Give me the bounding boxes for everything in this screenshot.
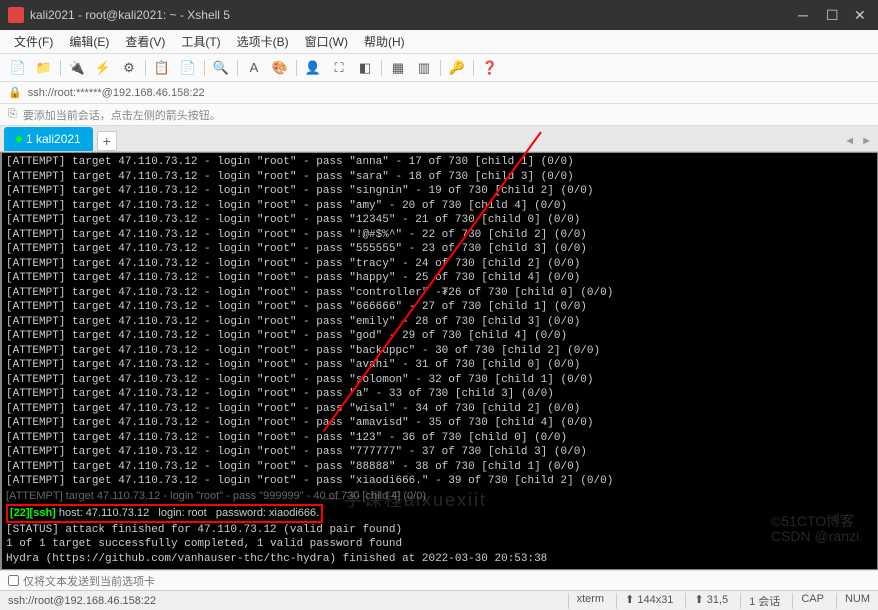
titlebar: kali2021 - root@kali2021: ~ - Xshell 5 ─… [0, 0, 878, 30]
menu-view[interactable]: 查看(V) [117, 31, 173, 52]
menu-tabs[interactable]: 选项卡(B) [229, 31, 297, 52]
address-text[interactable]: ssh://root:******@192.168.46.158:22 [28, 87, 205, 99]
paste-icon[interactable]: 📄 [178, 58, 198, 78]
fullscreen-icon[interactable]: ⛶ [329, 58, 349, 78]
tab-bar: 1 kali2021 + ◄ ► [0, 126, 878, 152]
tip-bar: ⎘ 要添加当前会话，点击左侧的箭头按钮。 [0, 104, 878, 126]
status-connection: ssh://root@192.168.46.158:22 [8, 595, 568, 607]
tile-icon[interactable]: ▥ [414, 58, 434, 78]
status-bar: ssh://root@192.168.46.158:22 xterm ⬆ 144x… [0, 590, 878, 610]
window-title: kali2021 - root@kali2021: ~ - Xshell 5 [30, 8, 798, 22]
hint-text: 仅将文本发送到当前选项卡 [23, 573, 155, 589]
close-button[interactable]: ✕ [854, 9, 866, 21]
disconnect-icon[interactable]: ⚡ [93, 58, 113, 78]
send-all-checkbox[interactable] [8, 575, 19, 586]
layout-icon[interactable]: ▦ [388, 58, 408, 78]
window-controls: ─ ☐ ✕ [798, 9, 866, 21]
add-session-icon[interactable]: ⎘ [8, 108, 17, 121]
font-icon[interactable]: A [244, 58, 264, 78]
separator [296, 60, 297, 76]
key-icon[interactable]: 🔑 [447, 58, 467, 78]
lock-icon: 🔒 [8, 86, 22, 99]
status-item: CAP [792, 593, 824, 609]
menu-edit[interactable]: 编辑(E) [61, 31, 117, 52]
user-icon[interactable]: 👤 [303, 58, 323, 78]
terminal[interactable]: [ATTEMPT] target 47.110.73.12 - login "r… [0, 152, 878, 570]
menu-help[interactable]: 帮助(H) [356, 31, 413, 52]
menubar: 文件(F) 编辑(E) 查看(V) 工具(T) 选项卡(B) 窗口(W) 帮助(… [0, 30, 878, 54]
tab-prev-icon[interactable]: ◄ [844, 135, 855, 147]
color-icon[interactable]: 🎨 [270, 58, 290, 78]
menu-file[interactable]: 文件(F) [6, 31, 61, 52]
separator [381, 60, 382, 76]
separator [204, 60, 205, 76]
copy-icon[interactable]: 📋 [152, 58, 172, 78]
hint-bar: 仅将文本发送到当前选项卡 [0, 570, 878, 590]
properties-icon[interactable]: ⚙ [119, 58, 139, 78]
menu-tools[interactable]: 工具(T) [173, 31, 228, 52]
minimize-button[interactable]: ─ [798, 9, 810, 21]
separator [60, 60, 61, 76]
transparent-icon[interactable]: ◧ [355, 58, 375, 78]
status-item: ⬆ 31,5 [685, 593, 728, 609]
status-item: xterm [568, 593, 605, 609]
maximize-button[interactable]: ☐ [826, 9, 838, 21]
separator [145, 60, 146, 76]
tab-session[interactable]: 1 kali2021 [4, 127, 93, 151]
tip-text: 要添加当前会话，点击左侧的箭头按钮。 [23, 107, 221, 123]
tab-nav-arrows[interactable]: ◄ ► [844, 135, 872, 147]
separator [237, 60, 238, 76]
tab-label: 1 kali2021 [26, 132, 81, 146]
separator [473, 60, 474, 76]
status-right: xterm ⬆ 144x31 ⬆ 31,5 1 会话 CAP NUM [568, 593, 870, 609]
connection-status-icon [16, 136, 22, 142]
status-item: ⬆ 144x31 [616, 593, 673, 609]
new-session-icon[interactable]: 📄 [8, 58, 28, 78]
address-bar: 🔒 ssh://root:******@192.168.46.158:22 [0, 82, 878, 104]
tab-next-icon[interactable]: ► [861, 135, 872, 147]
open-icon[interactable]: 📁 [34, 58, 54, 78]
menu-window[interactable]: 窗口(W) [297, 31, 356, 52]
tab-add-button[interactable]: + [97, 131, 117, 151]
reconnect-icon[interactable]: 🔌 [67, 58, 87, 78]
status-item: NUM [836, 593, 870, 609]
status-item: 1 会话 [740, 593, 780, 609]
find-icon[interactable]: 🔍 [211, 58, 231, 78]
app-icon [8, 7, 24, 23]
toolbar: 📄 📁 🔌 ⚡ ⚙ 📋 📄 🔍 A 🎨 👤 ⛶ ◧ ▦ ▥ 🔑 ❓ [0, 54, 878, 82]
help-icon[interactable]: ❓ [480, 58, 500, 78]
separator [440, 60, 441, 76]
